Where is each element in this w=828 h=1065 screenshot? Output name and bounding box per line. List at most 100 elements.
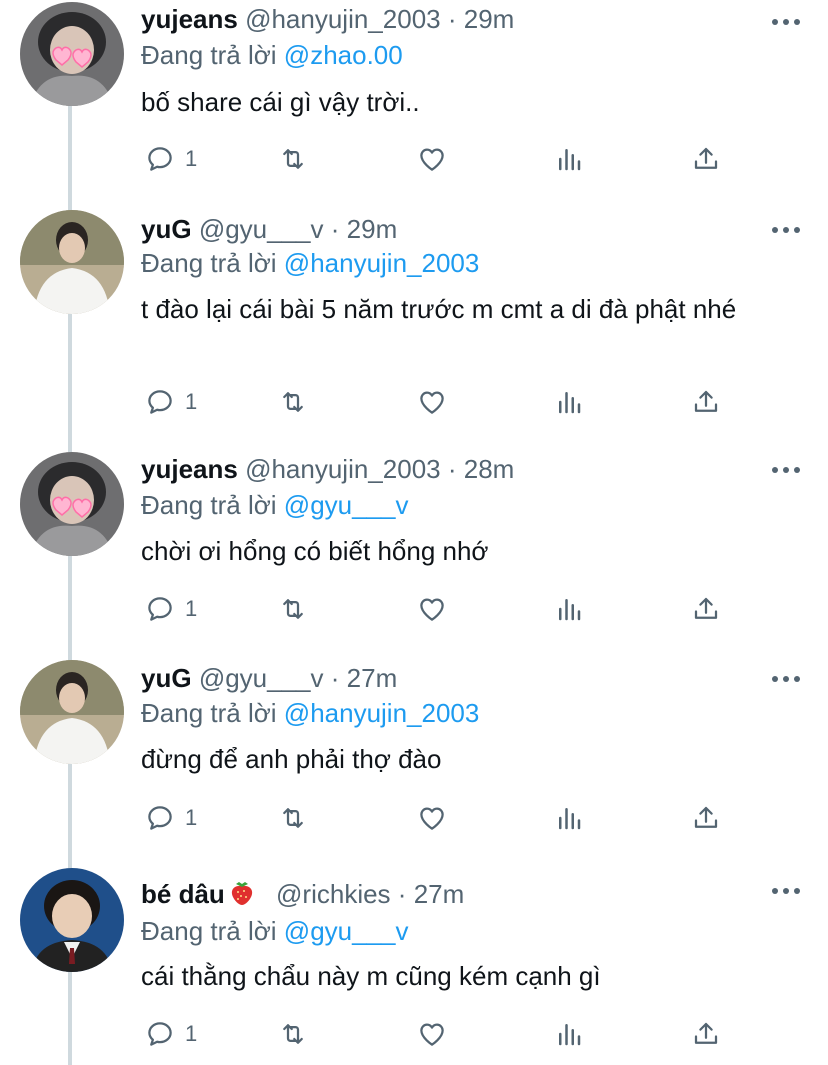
reply-icon xyxy=(148,147,172,171)
tweet-text: đừng để anh phải thợ đào xyxy=(141,744,442,774)
reply-button[interactable]: 1 xyxy=(145,385,197,419)
reply-button[interactable]: 1 xyxy=(145,142,197,176)
replying-label: Đang trả lời xyxy=(141,248,277,278)
retweet-icon xyxy=(283,808,303,828)
tweet[interactable]: bé dâu @richkies · 27m Đang trả lời @gyu… xyxy=(0,868,828,1063)
tweet[interactable]: yuG @gyu___v · 27m Đang trả lời @hanyuji… xyxy=(0,660,828,868)
tweet[interactable]: yuG @gyu___v · 29m Đang trả lời @hanyuji… xyxy=(0,210,828,452)
like-button[interactable] xyxy=(417,142,447,176)
tweet-time[interactable]: 29m xyxy=(464,4,515,34)
strawberry-icon xyxy=(229,878,255,914)
author-handle[interactable]: @gyu___v xyxy=(199,663,324,693)
analytics-button[interactable] xyxy=(554,385,584,419)
author-name[interactable]: bé dâu xyxy=(141,879,225,909)
share-icon xyxy=(694,1022,718,1044)
separator-dot: · xyxy=(330,214,340,244)
avatar[interactable] xyxy=(20,2,124,106)
more-icon[interactable] xyxy=(772,886,800,896)
analytics-button[interactable] xyxy=(554,592,584,626)
reply-button[interactable]: 1 xyxy=(145,801,197,835)
retweet-button[interactable] xyxy=(278,801,308,835)
replying-label: Đang trả lời xyxy=(141,698,277,728)
author-name[interactable]: yuG xyxy=(141,214,192,244)
author-name[interactable]: yujeans xyxy=(141,454,238,484)
share-icon xyxy=(694,390,718,412)
tweet-actions: 1 xyxy=(141,142,741,176)
share-icon xyxy=(694,806,718,828)
tweet-time[interactable]: 27m xyxy=(414,879,465,909)
replying-mention[interactable]: @hanyujin_2003 xyxy=(284,698,480,728)
avatar-yujeans-image xyxy=(20,452,124,556)
retweet-button[interactable] xyxy=(278,142,308,176)
share-button[interactable] xyxy=(691,385,721,419)
tweet-time[interactable]: 28m xyxy=(464,454,515,484)
replying-label: Đang trả lời xyxy=(141,40,277,70)
reply-icon xyxy=(148,390,172,414)
retweet-button[interactable] xyxy=(278,385,308,419)
replying-mention[interactable]: @gyu___v xyxy=(284,490,409,520)
reply-button[interactable]: 1 xyxy=(145,592,197,626)
more-icon[interactable] xyxy=(772,17,800,27)
replying-mention[interactable]: @hanyujin_2003 xyxy=(284,248,480,278)
replying-mention[interactable]: @zhao.00 xyxy=(284,40,403,70)
avatar[interactable] xyxy=(20,210,124,314)
tweet-actions: 1 xyxy=(141,801,741,835)
reply-icon xyxy=(148,806,172,830)
share-button[interactable] xyxy=(691,801,721,835)
author-name[interactable]: yujeans xyxy=(141,4,238,34)
author-handle[interactable]: @gyu___v xyxy=(199,214,324,244)
more-icon[interactable] xyxy=(772,225,800,235)
reply-icon xyxy=(148,1022,172,1046)
share-button[interactable] xyxy=(691,592,721,626)
tweet-time[interactable]: 29m xyxy=(347,214,398,244)
like-icon xyxy=(420,391,444,414)
like-icon xyxy=(420,807,444,830)
reply-icon xyxy=(148,597,172,621)
tweet-text: chời ơi hổng có biết hổng nhớ xyxy=(141,536,489,566)
reply-count: 1 xyxy=(185,1021,198,1046)
share-icon xyxy=(694,147,718,169)
share-button[interactable] xyxy=(691,142,721,176)
analytics-icon xyxy=(559,149,581,171)
retweet-button[interactable] xyxy=(278,1017,308,1051)
separator-dot: · xyxy=(330,663,340,693)
analytics-button[interactable] xyxy=(554,1017,584,1051)
avatar[interactable] xyxy=(20,868,124,972)
reply-count: 1 xyxy=(185,389,198,414)
retweet-icon xyxy=(283,149,303,169)
replying-mention[interactable]: @gyu___v xyxy=(284,916,409,946)
author-handle[interactable]: @hanyujin_2003 xyxy=(245,4,441,34)
retweet-icon xyxy=(283,599,303,619)
tweet-actions: 1 xyxy=(141,592,741,626)
reply-count: 1 xyxy=(185,146,198,171)
more-icon[interactable] xyxy=(772,674,800,684)
retweet-button[interactable] xyxy=(278,592,308,626)
like-icon xyxy=(420,148,444,171)
analytics-icon xyxy=(559,392,581,414)
avatar[interactable] xyxy=(20,660,124,764)
like-icon xyxy=(420,1023,444,1046)
analytics-button[interactable] xyxy=(554,142,584,176)
separator-dot: · xyxy=(447,4,457,34)
analytics-button[interactable] xyxy=(554,801,584,835)
avatar[interactable] xyxy=(20,452,124,556)
tweet[interactable]: yujeans @hanyujin_2003 · 28m Đang trả lờ… xyxy=(0,452,828,660)
retweet-icon xyxy=(283,1024,303,1044)
like-button[interactable] xyxy=(417,592,447,626)
tweet-text: cái thằng chẩu này m cũng kém cạnh gì xyxy=(141,961,601,991)
like-button[interactable] xyxy=(417,801,447,835)
like-button[interactable] xyxy=(417,1017,447,1051)
author-name[interactable]: yuG xyxy=(141,663,192,693)
tweet[interactable]: yujeans @hanyujin_2003 · 29m Đang trả lờ… xyxy=(0,0,828,210)
tweet-text: t đào lại cái bài 5 năm trước m cmt a di… xyxy=(141,294,737,324)
tweet-time[interactable]: 27m xyxy=(347,663,398,693)
reply-button[interactable]: 1 xyxy=(145,1017,197,1051)
author-handle[interactable]: @hanyujin_2003 xyxy=(245,454,441,484)
avatar-bedau-image xyxy=(20,868,124,972)
avatar-yug-image xyxy=(20,660,124,764)
like-button[interactable] xyxy=(417,385,447,419)
author-handle[interactable]: @richkies xyxy=(276,879,391,909)
share-button[interactable] xyxy=(691,1017,721,1051)
more-icon[interactable] xyxy=(772,465,800,475)
analytics-icon xyxy=(559,808,581,830)
